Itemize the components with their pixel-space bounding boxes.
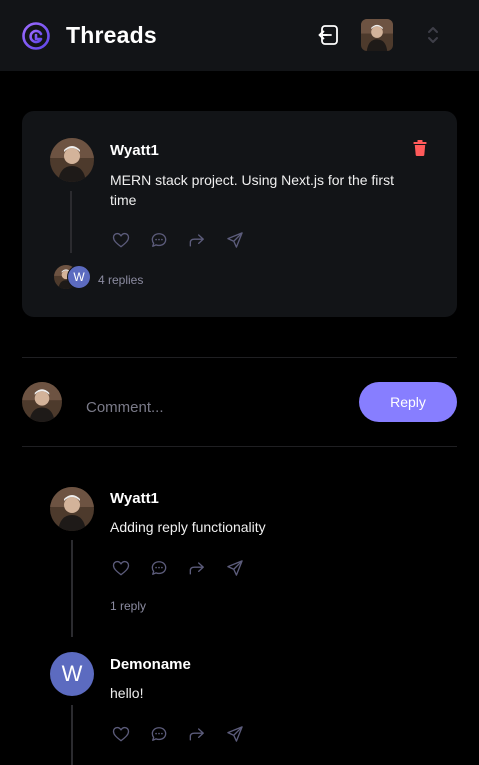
replies-count-link[interactable]: 4 replies <box>98 273 143 287</box>
heart-icon[interactable] <box>111 558 131 578</box>
delete-icon[interactable] <box>413 140 427 156</box>
author-avatar[interactable]: W <box>50 652 94 696</box>
divider <box>22 357 457 358</box>
comment-input[interactable] <box>76 387 336 427</box>
brand-name[interactable]: Threads <box>66 22 157 49</box>
comment-content: Adding reply functionality <box>110 519 266 535</box>
author-avatar[interactable] <box>50 138 94 182</box>
reply-icon[interactable] <box>149 230 169 250</box>
share-icon[interactable] <box>225 724 245 744</box>
thread-line <box>70 191 72 253</box>
author-name[interactable]: Wyatt1 <box>110 490 159 507</box>
divider <box>22 446 457 447</box>
reply-icon[interactable] <box>149 558 169 578</box>
thread-line <box>71 705 73 765</box>
top-bar: Threads <box>0 0 479 71</box>
current-user-avatar <box>22 382 62 422</box>
reply-button[interactable]: Reply <box>359 382 457 422</box>
chevron-up-down-icon[interactable] <box>426 25 440 45</box>
reply-avatars: W <box>54 265 94 289</box>
share-icon[interactable] <box>225 230 245 250</box>
logout-icon[interactable] <box>317 23 341 47</box>
thread-actions <box>111 230 245 250</box>
reply-avatar-letter: W <box>67 265 91 289</box>
thread-content: MERN stack project. Using Next.js for th… <box>110 172 394 208</box>
share-icon[interactable] <box>225 558 245 578</box>
heart-icon[interactable] <box>111 724 131 744</box>
repost-icon[interactable] <box>187 558 207 578</box>
author-name[interactable]: Wyatt1 <box>110 142 159 159</box>
repost-icon[interactable] <box>187 230 207 250</box>
thread-line <box>71 540 73 637</box>
thread-card: Wyatt1 MERN stack project. Using Next.js… <box>22 111 457 317</box>
comment-content: hello! <box>110 685 144 701</box>
replies-count-link[interactable]: 1 reply <box>110 599 146 613</box>
comment-actions <box>111 724 245 744</box>
author-name[interactable]: Demoname <box>110 656 191 673</box>
reply-icon[interactable] <box>149 724 169 744</box>
repost-icon[interactable] <box>187 724 207 744</box>
heart-icon[interactable] <box>111 230 131 250</box>
user-avatar[interactable] <box>361 19 393 51</box>
threads-logo-icon[interactable] <box>21 21 51 51</box>
comment-actions <box>111 558 245 578</box>
author-avatar[interactable] <box>50 487 94 531</box>
